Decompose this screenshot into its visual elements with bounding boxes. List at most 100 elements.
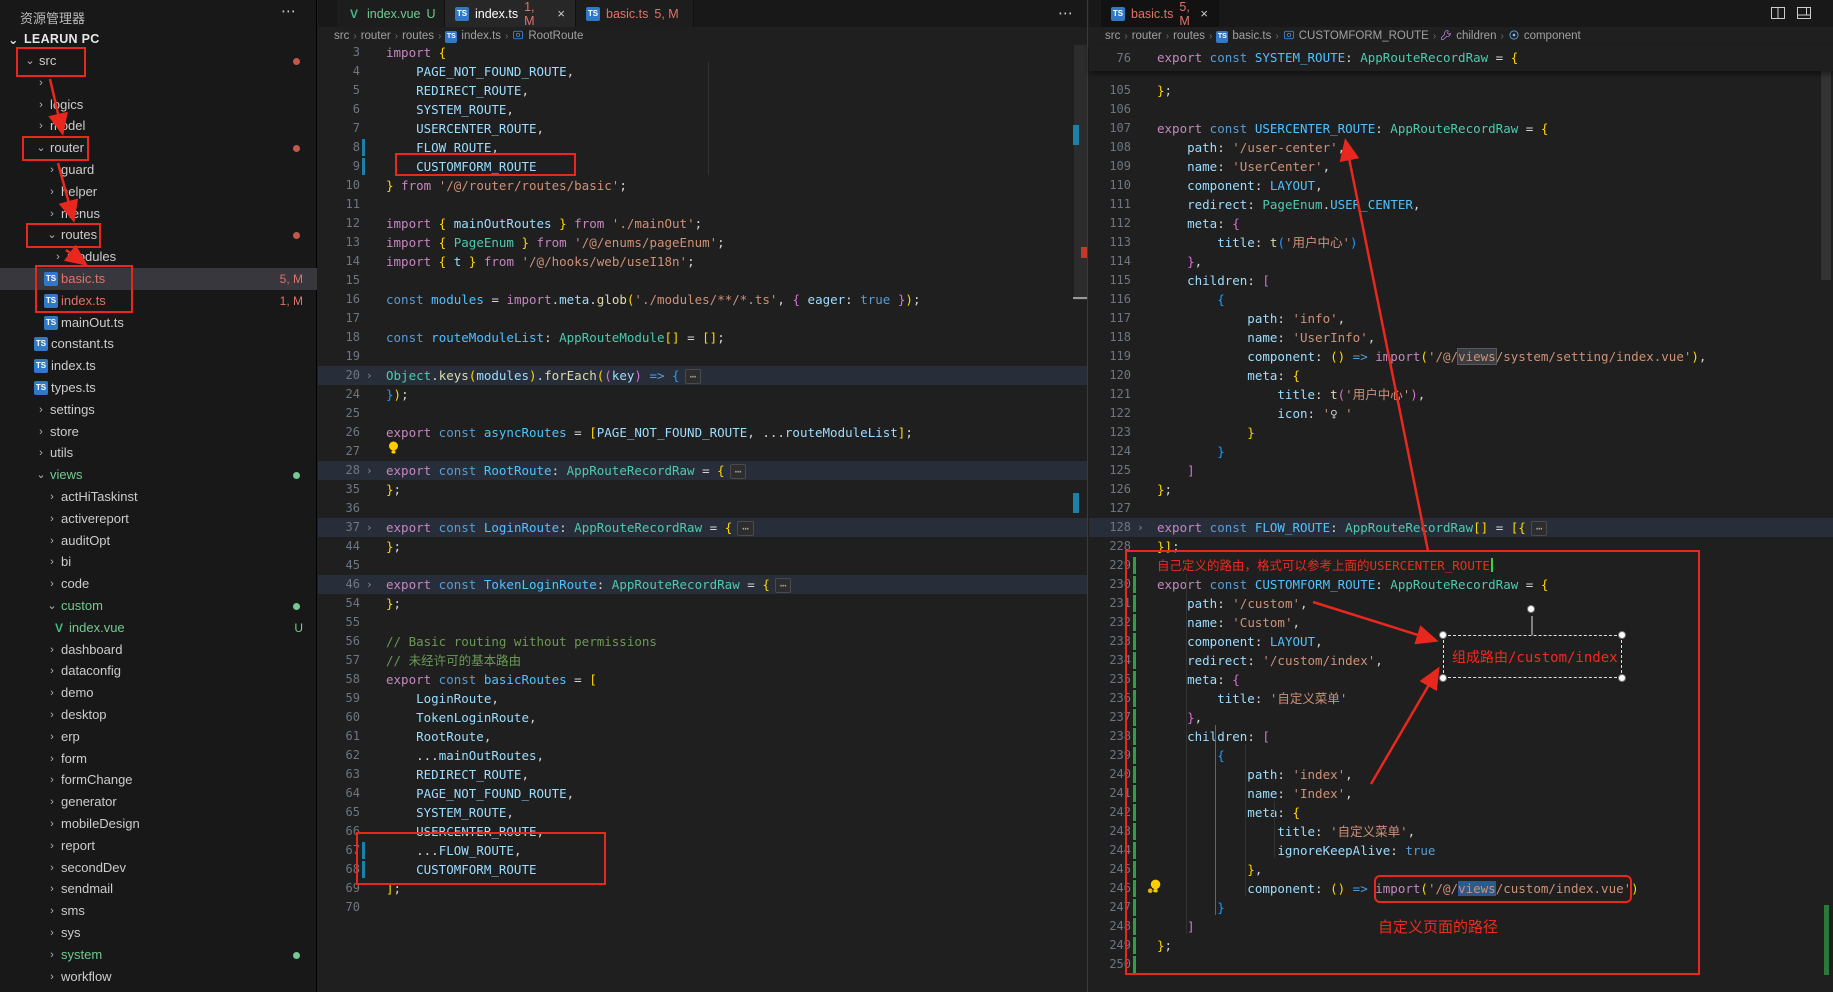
- code-line-59[interactable]: 59 LoginRoute,: [318, 689, 1087, 708]
- code-line-17[interactable]: 17: [318, 309, 1087, 328]
- code-line-231[interactable]: 231 path: '/custom',: [1089, 594, 1833, 613]
- code-line-62[interactable]: 62 ...mainOutRoutes,: [318, 746, 1087, 765]
- code-line-67[interactable]: 67 ...FLOW_ROUTE,: [318, 841, 1087, 860]
- code-line-116[interactable]: 116 {: [1089, 290, 1833, 309]
- code-line-107[interactable]: 107export const USERCENTER_ROUTE: AppRou…: [1089, 119, 1833, 138]
- tree-item-sendmail[interactable]: ›sendmail: [0, 878, 317, 900]
- code-line-3[interactable]: 3import {: [318, 43, 1087, 62]
- tree-item-code[interactable]: ›code: [0, 573, 317, 595]
- code-line-57[interactable]: 57// 未经许可的基本路由: [318, 651, 1087, 670]
- code-line-44[interactable]: 44};: [318, 537, 1087, 556]
- tree-item-custom[interactable]: ⌄custom: [0, 595, 317, 617]
- fold-chevron-icon[interactable]: ›: [1137, 518, 1144, 537]
- code-line-128[interactable]: 128›export const FLOW_ROUTE: AppRouteRec…: [1089, 518, 1833, 537]
- fold-chevron-icon[interactable]: ›: [366, 461, 373, 480]
- lightbulb-icon[interactable]: [386, 440, 401, 456]
- code-line-54[interactable]: 54};: [318, 594, 1087, 613]
- code-line-114[interactable]: 114 },: [1089, 252, 1833, 271]
- tree-item-routes[interactable]: ⌄routes: [0, 224, 317, 246]
- code-line-7[interactable]: 7 USERCENTER_ROUTE,: [318, 119, 1087, 138]
- tree-item-desktop[interactable]: ›desktop: [0, 704, 317, 726]
- code-line-121[interactable]: 121 title: t('用户中心'),: [1089, 385, 1833, 404]
- tree-item-erp[interactable]: ›erp: [0, 726, 317, 748]
- code-line-232[interactable]: 232 name: 'Custom',: [1089, 613, 1833, 632]
- code-line-16[interactable]: 16const modules = import.meta.glob('./mo…: [318, 290, 1087, 309]
- code-line-124[interactable]: 124 }: [1089, 442, 1833, 461]
- code-line-8[interactable]: 8 FLOW_ROUTE,: [318, 138, 1087, 157]
- code-line-246[interactable]: 246 component: () => import('/@/views/cu…: [1089, 879, 1833, 898]
- callout-handle[interactable]: [1618, 631, 1626, 639]
- tree-item-utils[interactable]: ›utils: [0, 442, 317, 464]
- code-line-9[interactable]: 9 CUSTOMFORM_ROUTE: [318, 157, 1087, 176]
- code-line-120[interactable]: 120 meta: {: [1089, 366, 1833, 385]
- code-editor-index-ts[interactable]: 3import {4 PAGE_NOT_FOUND_ROUTE,5 REDIRE…: [318, 45, 1087, 992]
- code-line-65[interactable]: 65 SYSTEM_ROUTE,: [318, 803, 1087, 822]
- tree-item-types.ts[interactable]: TStypes.ts: [0, 377, 317, 399]
- breadcrumb-right[interactable]: src›router›routes›TSbasic.ts›CUSTOMFORM_…: [1089, 27, 1833, 45]
- code-line-10[interactable]: 10} from '/@/router/routes/basic';: [318, 176, 1087, 195]
- tree-item-guard[interactable]: ›guard: [0, 159, 317, 181]
- code-line-5[interactable]: 5 REDIRECT_ROUTE,: [318, 81, 1087, 100]
- tab-basic.ts[interactable]: TSbasic.ts5, M×: [1101, 0, 1219, 27]
- code-line-241[interactable]: 241 name: 'Index',: [1089, 784, 1833, 803]
- code-line-112[interactable]: 112 meta: {: [1089, 214, 1833, 233]
- code-line-238[interactable]: 238 children: [: [1089, 727, 1833, 746]
- close-icon[interactable]: ×: [557, 6, 565, 21]
- code-line-228[interactable]: 228}];: [1089, 537, 1833, 556]
- code-line-123[interactable]: 123 }: [1089, 423, 1833, 442]
- tree-item-mainOut.ts[interactable]: TSmainOut.ts: [0, 312, 317, 334]
- code-line-66[interactable]: 66 USERCENTER_ROUTE,: [318, 822, 1087, 841]
- tree-item-mobileDesign[interactable]: ›mobileDesign: [0, 813, 317, 835]
- code-line-58[interactable]: 58export const basicRoutes = [: [318, 670, 1087, 689]
- code-line-249[interactable]: 249};: [1089, 936, 1833, 955]
- code-line-6[interactable]: 6 SYSTEM_ROUTE,: [318, 100, 1087, 119]
- scrollbar-right[interactable]: [1821, 45, 1831, 280]
- code-line-117[interactable]: 117 path: 'info',: [1089, 309, 1833, 328]
- tab-basic.ts[interactable]: TSbasic.ts5, M: [576, 0, 694, 27]
- code-line-242[interactable]: 242 meta: {: [1089, 803, 1833, 822]
- tree-item-hidden[interactable]: ›: [0, 72, 317, 94]
- tree-item-store[interactable]: ›store: [0, 421, 317, 443]
- code-line-11[interactable]: 11: [318, 195, 1087, 214]
- code-line-19[interactable]: 19: [318, 347, 1087, 366]
- tree-item-router[interactable]: ⌄router: [0, 137, 317, 159]
- tree-item-form[interactable]: ›form: [0, 748, 317, 770]
- editor-actions-more-icon[interactable]: ⋯: [1058, 4, 1073, 22]
- code-line-26[interactable]: 26export const asyncRoutes = [PAGE_NOT_F…: [318, 423, 1087, 442]
- close-icon[interactable]: ×: [1200, 6, 1208, 21]
- code-line-127[interactable]: 127: [1089, 499, 1833, 518]
- code-line-46[interactable]: 46›export const TokenLoginRoute: AppRout…: [318, 575, 1087, 594]
- tree-item-modules[interactable]: ›modules: [0, 246, 317, 268]
- tree-item-logics[interactable]: ›logics: [0, 94, 317, 116]
- tree-item-report[interactable]: ›report: [0, 835, 317, 857]
- breadcrumb-item[interactable]: routes: [402, 30, 434, 42]
- code-line-118[interactable]: 118 name: 'UserInfo',: [1089, 328, 1833, 347]
- code-line-125[interactable]: 125 ]: [1089, 461, 1833, 480]
- sticky-scroll-line[interactable]: 76export const SYSTEM_ROUTE: AppRouteRec…: [1089, 45, 1833, 71]
- code-line-18[interactable]: 18const routeModuleList: AppRouteModule[…: [318, 328, 1087, 347]
- tree-item-bi[interactable]: ›bi: [0, 551, 317, 573]
- breadcrumb-item[interactable]: RootRoute: [528, 30, 583, 42]
- code-line-45[interactable]: 45: [318, 556, 1087, 575]
- code-line-36[interactable]: 36: [318, 499, 1087, 518]
- code-line-229[interactable]: 229自己定义的路由，格式可以参考上面的USERCENTER_ROUTE: [1089, 556, 1833, 575]
- code-line-12[interactable]: 12import { mainOutRoutes } from './mainO…: [318, 214, 1087, 233]
- breadcrumb-item[interactable]: src: [1105, 30, 1120, 42]
- code-line-126[interactable]: 126};: [1089, 480, 1833, 499]
- code-line-20[interactable]: 20›Object.keys(modules).forEach((key) =>…: [318, 366, 1087, 385]
- code-line-70[interactable]: 70: [318, 898, 1087, 917]
- tree-item-settings[interactable]: ›settings: [0, 399, 317, 421]
- callout-handle[interactable]: [1439, 674, 1447, 682]
- fold-chevron-icon[interactable]: ›: [366, 518, 373, 537]
- tree-item-index.vue[interactable]: Vindex.vueU: [0, 617, 317, 639]
- code-line-61[interactable]: 61 RootRoute,: [318, 727, 1087, 746]
- code-line-111[interactable]: 111 redirect: PageEnum.USER_CENTER,: [1089, 195, 1833, 214]
- callout-rotate-handle[interactable]: [1527, 605, 1535, 613]
- breadcrumb-item[interactable]: component: [1524, 30, 1581, 42]
- tree-item-dataconfig[interactable]: ›dataconfig: [0, 660, 317, 682]
- code-line-230[interactable]: 230export const CUSTOMFORM_ROUTE: AppRou…: [1089, 575, 1833, 594]
- fold-chevron-icon[interactable]: ›: [366, 575, 373, 594]
- tree-item-menus[interactable]: ›menus: [0, 203, 317, 225]
- code-line-25[interactable]: 25: [318, 404, 1087, 423]
- tree-item-activereport[interactable]: ›activereport: [0, 508, 317, 530]
